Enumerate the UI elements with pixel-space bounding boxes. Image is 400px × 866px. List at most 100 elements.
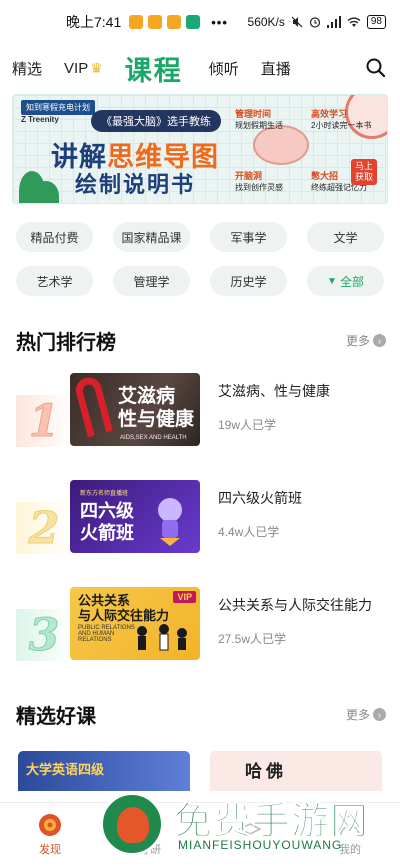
chevron-right-icon: › — [373, 708, 386, 721]
ranking-item[interactable]: 1 艾滋病 性与健康 AIDS,SEX AND HEALTH 艾滋病、性与健康 … — [14, 373, 400, 480]
bottom-tab-bar: 发现 考研 我的 — [0, 802, 400, 866]
category-chip-all[interactable]: ▼ 全部 — [307, 266, 384, 296]
notification-app-icon — [129, 15, 144, 29]
thumbnail-title: 艾滋病 性与健康 — [118, 386, 195, 430]
notification-shield-icon — [186, 15, 201, 29]
ranking-header: 热门排行榜 更多 › — [0, 326, 400, 355]
plant-illustration — [33, 181, 59, 203]
tab-exam[interactable]: 考研 — [100, 803, 200, 866]
battery-indicator: 98 — [366, 15, 386, 29]
banner-note: 开脑洞 找到创作灵感 — [235, 169, 283, 193]
banner-note-body: 找到创作灵感 — [235, 183, 283, 192]
tab-mine[interactable]: 我的 — [300, 803, 400, 866]
ranking-item[interactable]: 2 新东方名师直播班 四六级 火箭班 四六级火箭班 4.4w人已学 — [14, 480, 400, 587]
banner-note-head: 高效学习 — [311, 109, 348, 119]
featured-more-label: 更多 — [345, 708, 370, 722]
brain-illustration — [253, 125, 309, 165]
ranking-item-info: 艾滋病、性与健康 19w人已学 — [218, 381, 330, 433]
category-chip[interactable]: 国家精品课 — [113, 222, 190, 252]
course-learners: 4.4w人已学 — [218, 525, 280, 539]
featured-more-link[interactable]: 更多 › — [346, 706, 386, 723]
notification-app-icon — [167, 15, 182, 29]
status-time: 晚上7:41 — [66, 14, 122, 30]
tab-discover[interactable]: 发现 — [0, 803, 100, 866]
course-thumbnail: VIP 公共关系 与人际交往能力 PUBLIC RELATIONS AND HU… — [70, 587, 200, 660]
ranking-more-link[interactable]: 更多 › — [346, 332, 386, 349]
banner-note-head: 开脑洞 — [235, 171, 263, 181]
featured-course-card[interactable]: 哈佛 — [210, 751, 382, 791]
top-nav: 精选 VIP ♛ 课程 倾听 直播 — [0, 44, 400, 92]
rank-number: 3 — [16, 609, 72, 662]
nav-tab-vip[interactable]: VIP ♛ — [64, 60, 103, 77]
ranking-item-info: 四六级火箭班 4.4w人已学 — [218, 488, 302, 540]
category-chip[interactable]: 艺术学 — [16, 266, 93, 296]
banner-tag: 知到寒假充电计划 — [21, 100, 95, 115]
crown-icon: ♛ — [90, 59, 103, 76]
tab-mine-label: 我的 — [339, 844, 361, 856]
tab-exam-label: 考研 — [139, 844, 161, 856]
course-title: 公共关系与人际交往能力 — [218, 597, 372, 613]
course-learners: 19w人已学 — [218, 418, 277, 432]
search-icon[interactable] — [364, 56, 388, 80]
nav-tab-live[interactable]: 直播 — [261, 58, 291, 79]
featured-card-title: 大学英语四级 — [26, 762, 105, 777]
banner-note: 高效学习 2小时读完一本书 — [311, 107, 371, 131]
banner-cta-button[interactable]: 马上获取 — [351, 159, 377, 185]
thumbnail-title: 四六级 火箭班 — [80, 501, 134, 543]
category-chip[interactable]: 军事学 — [210, 222, 287, 252]
course-learners: 27.5w人已学 — [218, 632, 287, 646]
study-icon — [238, 823, 262, 835]
filter-icon: ▼ — [327, 275, 337, 287]
thumbnail-subtitle: 新东方名师直播班 — [80, 491, 129, 497]
nav-tab-vip-label: VIP — [64, 59, 89, 77]
nav-tab-courses[interactable]: 课程 — [125, 49, 183, 88]
course-thumbnail: 新东方名师直播班 四六级 火箭班 — [70, 480, 200, 553]
banner-logo: Z Treenity — [21, 115, 59, 124]
promo-banner[interactable]: 知到寒假充电计划 Z Treenity 《最强大脑》选手教练 讲解思维导图 绘制… — [12, 94, 388, 204]
wifi-icon — [347, 17, 361, 27]
thumbnail-title: 公共关系 与人际交往能力 — [78, 593, 170, 623]
nav-tab-listen[interactable]: 倾听 — [209, 58, 239, 79]
rank-number: 1 — [16, 395, 72, 448]
featured-title: 精选好课 — [16, 706, 96, 728]
tab-study[interactable] — [200, 803, 300, 866]
featured-list: 大学英语四级 哈佛 — [0, 729, 400, 791]
ranking-item-info: 公共关系与人际交往能力 27.5w人已学 — [218, 595, 372, 647]
more-notifications-icon: ••• — [211, 14, 228, 30]
banner-note-head: 管理时间 — [235, 109, 272, 119]
chevron-right-icon: › — [373, 334, 386, 347]
ranking-item[interactable]: 3 VIP 公共关系 与人际交往能力 PUBLIC RELATIONS AND … — [14, 587, 400, 694]
category-grid: 精品付费 国家精品课 军事学 文学 艺术学 管理学 历史学 ▼ 全部 — [0, 204, 400, 296]
featured-header: 精选好课 更多 › — [0, 700, 400, 729]
category-chip[interactable]: 精品付费 — [16, 222, 93, 252]
rocket-astronaut-icon — [158, 498, 182, 546]
category-chip-all-label: 全部 — [339, 274, 364, 289]
discover-icon — [39, 814, 61, 836]
vip-badge: VIP — [173, 591, 196, 603]
people-illustration-icon — [137, 624, 187, 651]
course-title: 艾滋病、性与健康 — [218, 383, 330, 399]
ranking-list: 1 艾滋病 性与健康 AIDS,SEX AND HEALTH 艾滋病、性与健康 … — [0, 373, 400, 694]
category-chip[interactable]: 文学 — [307, 222, 384, 252]
course-thumbnail: 艾滋病 性与健康 AIDS,SEX AND HEALTH — [70, 373, 200, 446]
banner-note-body: 规划假期生活 — [235, 121, 283, 130]
banner-note-body: 2小时读完一本书 — [311, 121, 372, 130]
signal-icon — [326, 16, 341, 28]
banner-title-line2: 绘制说明书 — [75, 172, 196, 197]
status-bar: 晚上7:41 ••• 560K/s 98 — [0, 0, 400, 44]
thumbnail-subtitle: AIDS,SEX AND HEALTH — [120, 435, 187, 441]
banner-subtitle: 《最强大脑》选手教练 — [91, 110, 221, 132]
red-ribbon-icon — [72, 374, 114, 438]
ranking-more-label: 更多 — [345, 334, 370, 348]
ranking-title: 热门排行榜 — [16, 332, 116, 354]
profile-icon — [340, 815, 360, 836]
exam-icon — [141, 814, 159, 836]
tab-discover-label: 发现 — [39, 844, 61, 856]
category-chip[interactable]: 管理学 — [113, 266, 190, 296]
alarm-icon — [309, 17, 320, 28]
featured-card-title: 哈佛 — [245, 762, 287, 781]
nav-tab-featured[interactable]: 精选 — [12, 58, 42, 79]
featured-course-card[interactable]: 大学英语四级 — [18, 751, 190, 791]
network-speed: 560K/s — [247, 15, 285, 29]
category-chip[interactable]: 历史学 — [210, 266, 287, 296]
